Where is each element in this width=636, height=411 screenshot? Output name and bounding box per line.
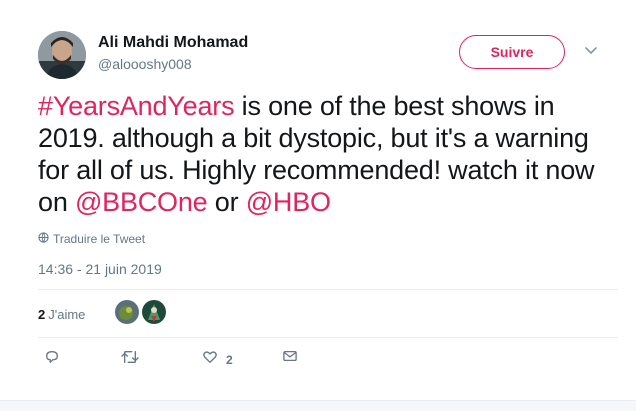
globe-icon: [38, 230, 49, 248]
divider-top: [38, 289, 618, 290]
hashtag-link[interactable]: #YearsAndYears: [38, 91, 235, 121]
heart-icon: [202, 349, 218, 370]
like-count: 2: [226, 352, 233, 367]
retweet-button[interactable]: [120, 349, 140, 370]
likes-stat[interactable]: 2 J'aime: [38, 300, 85, 328]
tweet-timestamp[interactable]: 14:36 - 21 juin 2019: [38, 261, 162, 277]
translate-label: Traduire le Tweet: [53, 232, 146, 246]
author-name[interactable]: Ali Mahdi Mohamad: [98, 34, 248, 52]
author-handle[interactable]: @aloooshy008: [98, 56, 192, 72]
chevron-down-icon[interactable]: [582, 42, 600, 60]
author-avatar[interactable]: [38, 31, 86, 79]
liker-avatar[interactable]: [142, 300, 166, 324]
tweet-card: Ali Mahdi Mohamad @aloooshy008 Suivre #Y…: [0, 0, 636, 400]
likes-label[interactable]: J'aime: [48, 307, 85, 322]
tweet-actions: 2: [38, 349, 618, 369]
likes-count: 2: [38, 306, 46, 322]
translate-tweet-link[interactable]: Traduire le Tweet: [38, 230, 145, 248]
mention-link-bbcone[interactable]: @BBCOne: [75, 187, 208, 217]
message-button[interactable]: [282, 349, 298, 368]
liker-avatar[interactable]: [115, 300, 139, 324]
reply-icon: [44, 349, 60, 370]
tweet-text-connector: or: [207, 187, 246, 217]
tweet-text: #YearsAndYears is one of the best shows …: [38, 90, 618, 218]
envelope-icon: [282, 349, 298, 368]
retweet-icon: [120, 349, 140, 370]
like-button[interactable]: 2: [202, 349, 233, 370]
likers-avatars: [115, 300, 166, 324]
follow-button[interactable]: Suivre: [459, 35, 565, 69]
page-bottom-bar: [0, 400, 636, 411]
reply-button[interactable]: [44, 349, 60, 370]
mention-link-hbo[interactable]: @HBO: [246, 187, 331, 217]
divider-bottom: [38, 337, 618, 338]
